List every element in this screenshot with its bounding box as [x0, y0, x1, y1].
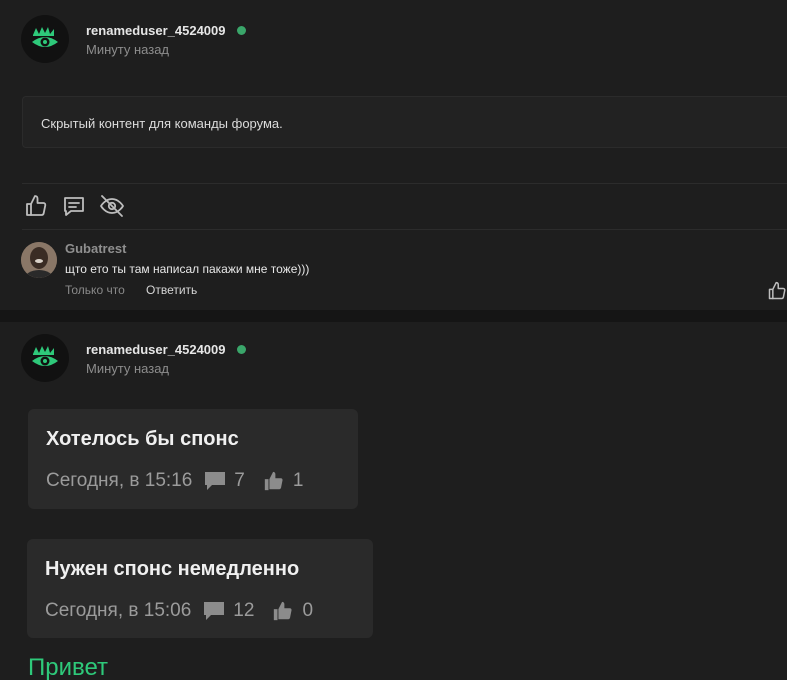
like-icon [274, 601, 292, 621]
thread-meta: Сегодня, в 15:16 7 1 [46, 470, 303, 492]
likes-count: 0 [272, 600, 313, 622]
like-icon [264, 471, 283, 491]
comment-button[interactable] [61, 193, 87, 219]
replies-count: 12 [203, 600, 254, 622]
speech-bubble-icon [204, 602, 225, 620]
thread-time: Сегодня, в 15:16 [46, 470, 193, 491]
replies-count: 7 [204, 470, 245, 492]
speech-bubble-icon [205, 472, 226, 490]
thread-card[interactable]: Хотелось бы спонс Сегодня, в 15:16 7 1 [28, 409, 358, 509]
commenter-avatar[interactable] [21, 242, 57, 278]
like-button[interactable] [23, 193, 49, 219]
online-status-dot [237, 345, 246, 354]
hidden-content-text: Скрытый контент для команды форума. [41, 116, 283, 131]
reply-link[interactable]: Ответить [146, 283, 197, 297]
page: renameduser_4524009 Минуту назад Скрытый… [0, 0, 787, 680]
comment-time[interactable]: Только что [65, 283, 125, 297]
hide-button[interactable] [99, 193, 125, 219]
online-status-dot [237, 26, 246, 35]
comment-text: щто ето ты там написал пакажи мне тоже))… [65, 262, 310, 276]
thread-card[interactable]: Нужен спонс немедленно Сегодня, в 15:06 … [27, 539, 373, 638]
author-avatar[interactable] [21, 15, 69, 63]
post-time[interactable]: Минуту назад [86, 361, 169, 376]
author-username[interactable]: renameduser_4524009 [86, 342, 226, 357]
thread-title[interactable]: Нужен спонс немедленно [45, 558, 299, 581]
like-icon [768, 281, 786, 300]
greeting-text: Привет [28, 654, 109, 680]
thread-meta: Сегодня, в 15:06 12 0 [45, 600, 313, 622]
like-icon [26, 195, 47, 216]
likes-count: 1 [263, 470, 303, 492]
author-username[interactable]: renameduser_4524009 [86, 23, 226, 38]
thread-title[interactable]: Хотелось бы спонс [46, 428, 239, 451]
profile-post-1: renameduser_4524009 Минуту назад Скрытый… [0, 0, 787, 310]
commenter-photo-icon [21, 242, 57, 278]
commenter-name[interactable]: Gubatrest [65, 241, 126, 256]
post-time[interactable]: Минуту назад [86, 42, 169, 57]
eye-logo-icon [32, 27, 58, 47]
hidden-content-block: Скрытый контент для команды форума. [22, 96, 787, 148]
eye-logo-icon [32, 346, 58, 366]
comment-like-button[interactable] [767, 281, 787, 301]
author-avatar[interactable] [21, 334, 69, 382]
comment-icon [64, 197, 84, 216]
divider [22, 229, 787, 230]
divider [22, 183, 787, 184]
hide-icon [100, 195, 124, 217]
thread-time: Сегодня, в 15:06 [45, 600, 192, 621]
